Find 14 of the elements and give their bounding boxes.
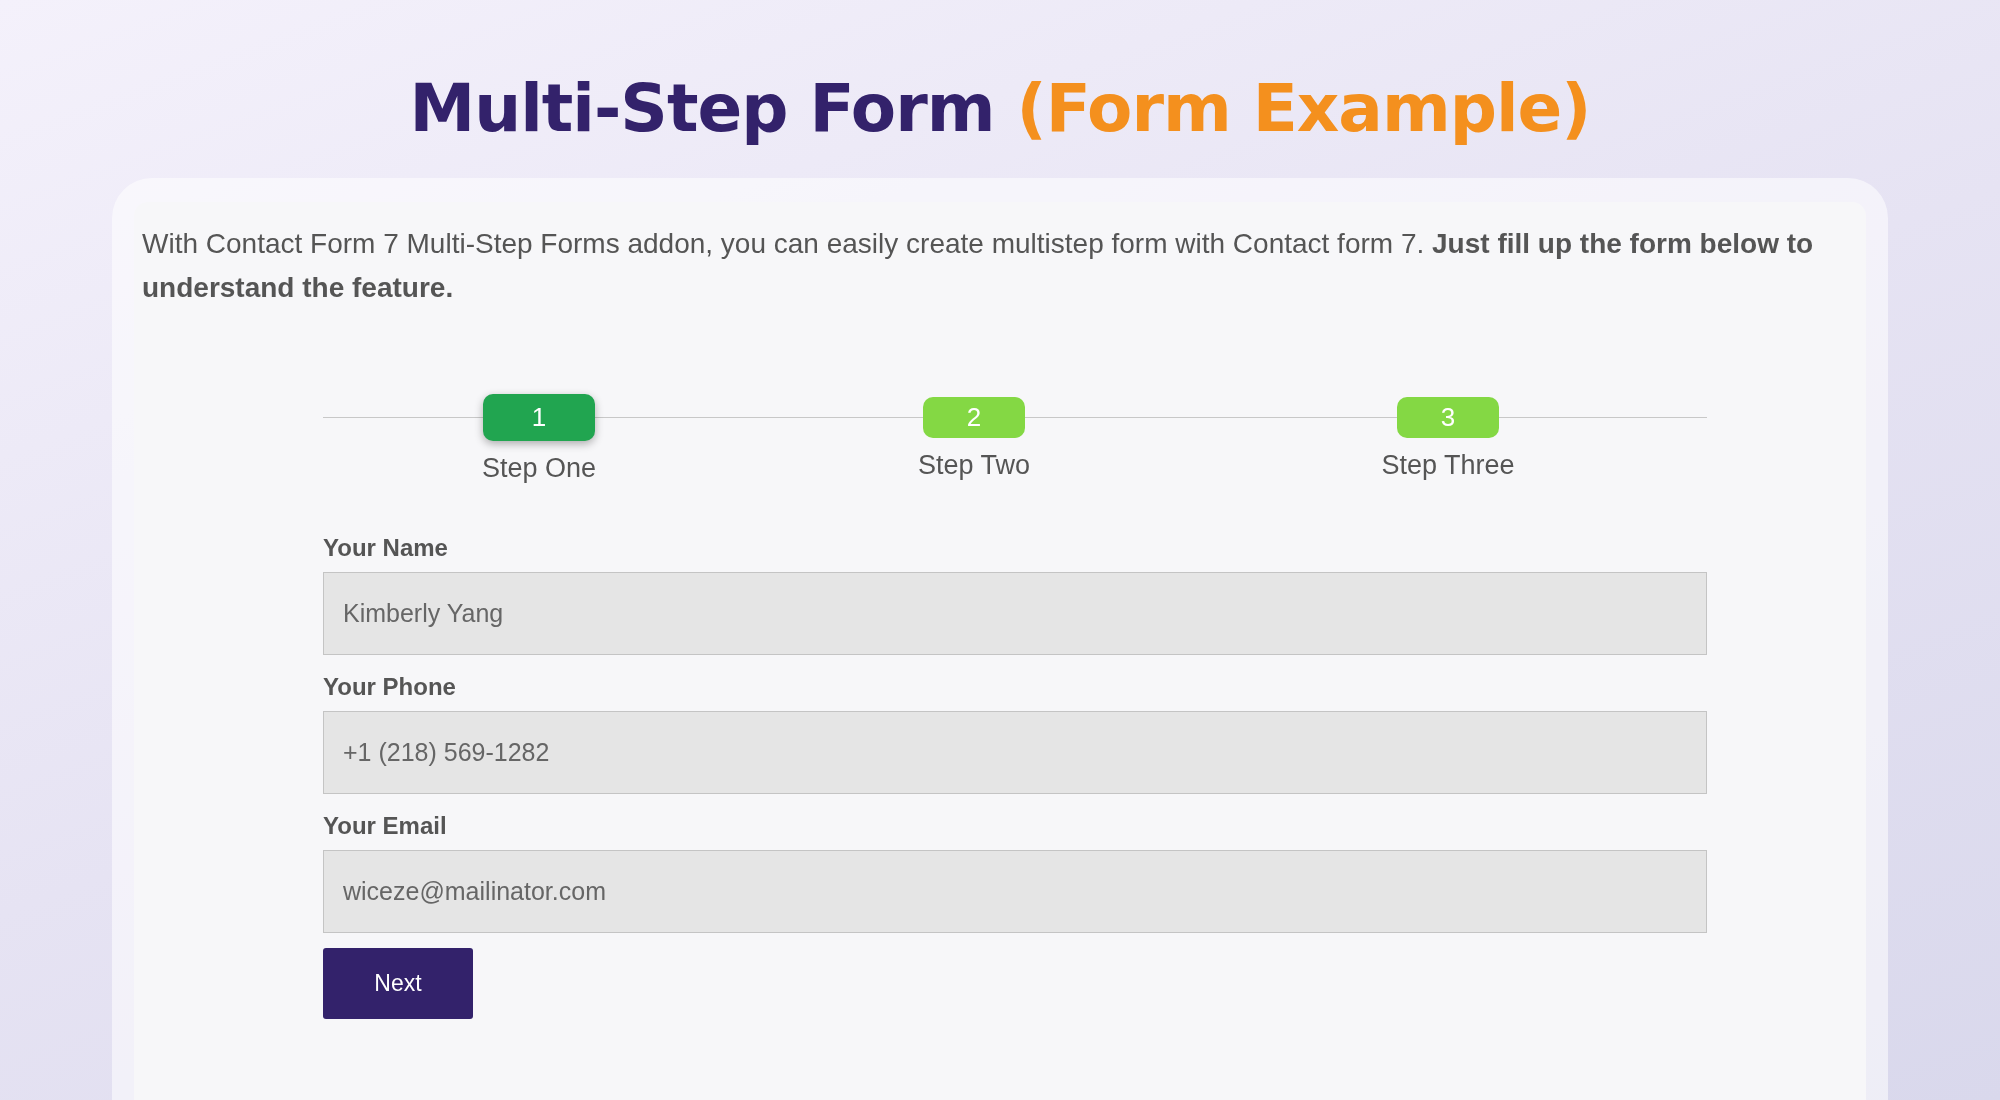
page-title-highlight: (Form Example) <box>1016 70 1591 149</box>
field-label: Your Email <box>323 812 448 840</box>
input-field[interactable]: Kimberly Yang <box>323 572 1707 655</box>
input-field[interactable]: +1 (218) 569-1282 <box>323 711 1707 794</box>
step-number[interactable]: 1 <box>483 394 595 441</box>
input-field[interactable]: wiceze@mailinator.com <box>323 850 1707 933</box>
step-label: Step Three <box>1381 450 1515 481</box>
step-label: Step Two <box>917 450 1031 481</box>
next-button[interactable]: Next <box>323 948 473 1019</box>
field-label: Your Phone <box>323 673 457 701</box>
field-label: Your Name <box>323 534 449 562</box>
page-title: Multi-Step Form <box>409 70 995 149</box>
intro-text: With Contact Form 7 Multi-Step Forms addon, you can easily create multistep form with Contact form 7. Just fill up the form below to understand the feature. <box>142 227 1815 305</box>
step-label: Step One <box>481 453 597 484</box>
